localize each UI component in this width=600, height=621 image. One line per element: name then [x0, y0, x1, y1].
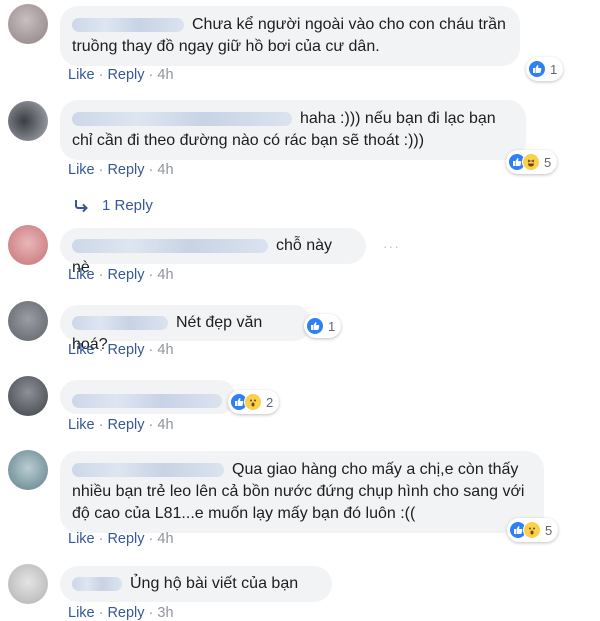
timestamp[interactable]: 4h	[157, 162, 173, 178]
haha-reaction-icon	[522, 153, 540, 171]
reaction-count: 1	[328, 318, 336, 334]
separator-dot: ·	[148, 162, 154, 178]
reply-button[interactable]: Reply	[107, 417, 144, 433]
author-name[interactable]	[72, 111, 292, 126]
reaction-count: 2	[266, 394, 274, 410]
author-name[interactable]	[72, 393, 222, 408]
avatar[interactable]	[8, 564, 48, 604]
separator-dot: ·	[148, 342, 154, 358]
more-options-icon[interactable]: ···	[383, 238, 400, 254]
author-name[interactable]	[72, 17, 184, 32]
comment-bubble: Qua giao hàng cho mấy a chị,e còn thấy n…	[60, 451, 544, 533]
reaction-summary[interactable]: 5	[507, 518, 559, 542]
reaction-pill[interactable]: 1	[526, 57, 564, 81]
comment-bubble: Nét đẹp văn hoá?	[60, 305, 312, 353]
wow-reaction-icon	[244, 393, 262, 411]
comment-actions: Like · Reply · 4h	[68, 342, 174, 358]
separator-dot: ·	[98, 531, 104, 547]
reply-button[interactable]: Reply	[107, 531, 144, 547]
comment-bubble: haha :))) nếu bạn đi lạc bạn chỉ cần đi …	[60, 100, 526, 160]
reply-button[interactable]: Reply	[107, 67, 144, 83]
author-name[interactable]	[72, 315, 168, 330]
separator-dot: ·	[98, 67, 104, 83]
avatar[interactable]	[8, 225, 48, 265]
comment-actions: Like · Reply · 4h	[68, 267, 174, 283]
wow-reaction-icon	[523, 521, 541, 539]
reaction-count: 5	[544, 154, 552, 170]
author-name[interactable]	[72, 576, 122, 591]
comment-bubble: chỗ này nè	[60, 228, 366, 276]
separator-dot: ·	[98, 342, 104, 358]
author-name[interactable]	[72, 238, 268, 253]
like-reaction-icon	[306, 317, 324, 335]
view-replies-link[interactable]: 1 Reply	[74, 197, 153, 214]
separator-dot: ·	[148, 267, 154, 283]
avatar[interactable]	[8, 101, 48, 141]
separator-dot: ·	[148, 417, 154, 433]
reaction-summary[interactable]: 2	[228, 390, 280, 414]
comment-actions: Like · Reply · 4h	[68, 162, 174, 178]
reaction-summary[interactable]: 1	[526, 57, 564, 81]
comment-bubble: Chưa kể người ngoài vào cho con cháu trầ…	[60, 6, 520, 66]
like-button[interactable]: Like	[68, 267, 95, 283]
like-button[interactable]: Like	[68, 162, 95, 178]
timestamp[interactable]: 4h	[157, 531, 173, 547]
comment-bubble	[60, 380, 236, 414]
comment-text: Ủng hộ bài viết của bạn	[130, 575, 299, 592]
separator-dot: ·	[148, 531, 154, 547]
reaction-pill[interactable]: 5	[507, 518, 559, 542]
like-button[interactable]: Like	[68, 417, 95, 433]
avatar[interactable]	[8, 301, 48, 341]
reply-button[interactable]: Reply	[107, 267, 144, 283]
reply-arrow-icon	[75, 199, 88, 212]
like-button[interactable]: Like	[68, 342, 95, 358]
reaction-summary[interactable]: 1	[304, 314, 342, 338]
reply-button[interactable]: Reply	[107, 162, 144, 178]
comment-bubble: Ủng hộ bài viết của bạn	[60, 566, 332, 602]
timestamp[interactable]: 4h	[157, 267, 173, 283]
reaction-summary[interactable]: 5	[506, 150, 558, 174]
like-reaction-icon	[528, 60, 546, 78]
like-button[interactable]: Like	[68, 531, 95, 547]
author-name[interactable]	[72, 462, 224, 477]
reaction-count: 5	[545, 522, 553, 538]
separator-dot: ·	[98, 267, 104, 283]
separator-dot: ·	[148, 67, 154, 83]
reply-button[interactable]: Reply	[107, 342, 144, 358]
comment-actions: Like · Reply · 4h	[68, 417, 174, 433]
separator-dot: ·	[98, 417, 104, 433]
like-button[interactable]: Like	[68, 67, 95, 83]
avatar[interactable]	[8, 376, 48, 416]
reaction-pill[interactable]: 5	[506, 150, 558, 174]
avatar[interactable]	[8, 4, 48, 44]
comment-actions: Like · Reply · 4h	[68, 531, 174, 547]
timestamp[interactable]: 4h	[157, 342, 173, 358]
reaction-count: 1	[550, 61, 558, 77]
separator-dot: ·	[98, 162, 104, 178]
reaction-pill[interactable]: 1	[304, 314, 342, 338]
timestamp[interactable]: 4h	[157, 417, 173, 433]
comment-actions: Like · Reply · 4h	[68, 67, 174, 83]
reaction-pill[interactable]: 2	[228, 390, 280, 414]
timestamp[interactable]: 4h	[157, 67, 173, 83]
avatar[interactable]	[8, 450, 48, 490]
replies-count-label[interactable]: 1 Reply	[102, 197, 153, 214]
